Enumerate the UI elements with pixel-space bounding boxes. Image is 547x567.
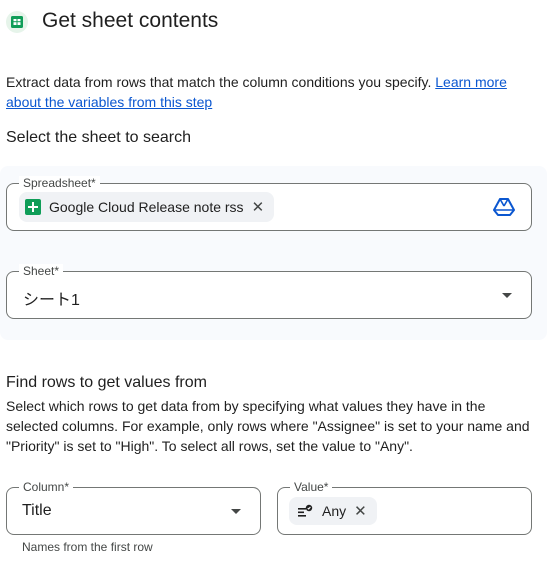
step-description: Extract data from rows that match the co… <box>6 72 534 112</box>
sheet-select[interactable]: Sheet* シート1 <box>6 264 532 319</box>
value-chip[interactable]: Any ✕ <box>289 497 377 525</box>
google-sheets-icon <box>6 11 28 33</box>
google-drive-icon[interactable] <box>493 197 515 217</box>
page-title: Get sheet contents <box>42 9 219 32</box>
find-rows-description: Select which rows to get data from by sp… <box>6 398 530 454</box>
remove-chip-icon[interactable]: ✕ <box>252 198 265 216</box>
chevron-down-icon[interactable] <box>231 509 241 514</box>
column-helper-text: Names from the first row <box>22 540 153 554</box>
value-field[interactable]: Value* Any ✕ <box>277 480 532 535</box>
google-sheets-icon <box>25 199 41 215</box>
column-select[interactable]: Column* Title <box>6 480 261 535</box>
column-label: Column* <box>19 480 74 494</box>
description-text: Extract data from rows that match the co… <box>6 74 436 90</box>
sheet-value: シート1 <box>23 292 80 309</box>
spreadsheet-chip-label: Google Cloud Release note rss <box>49 199 244 215</box>
remove-chip-icon[interactable]: ✕ <box>354 502 367 520</box>
sheet-label: Sheet* <box>19 264 64 278</box>
value-label: Value* <box>290 480 333 494</box>
spreadsheet-label: Spreadsheet* <box>19 176 100 190</box>
find-rows-heading: Find rows to get values from <box>6 374 207 391</box>
spreadsheet-field[interactable]: Spreadsheet* Google Cloud Release note r… <box>6 176 532 231</box>
spreadsheet-chip[interactable]: Google Cloud Release note rss ✕ <box>19 192 275 222</box>
value-chip-label: Any <box>322 503 347 519</box>
column-value: Title <box>22 502 52 519</box>
filter-list-icon <box>297 504 313 518</box>
select-sheet-heading: Select the sheet to search <box>6 129 191 146</box>
chevron-down-icon[interactable] <box>502 293 512 298</box>
